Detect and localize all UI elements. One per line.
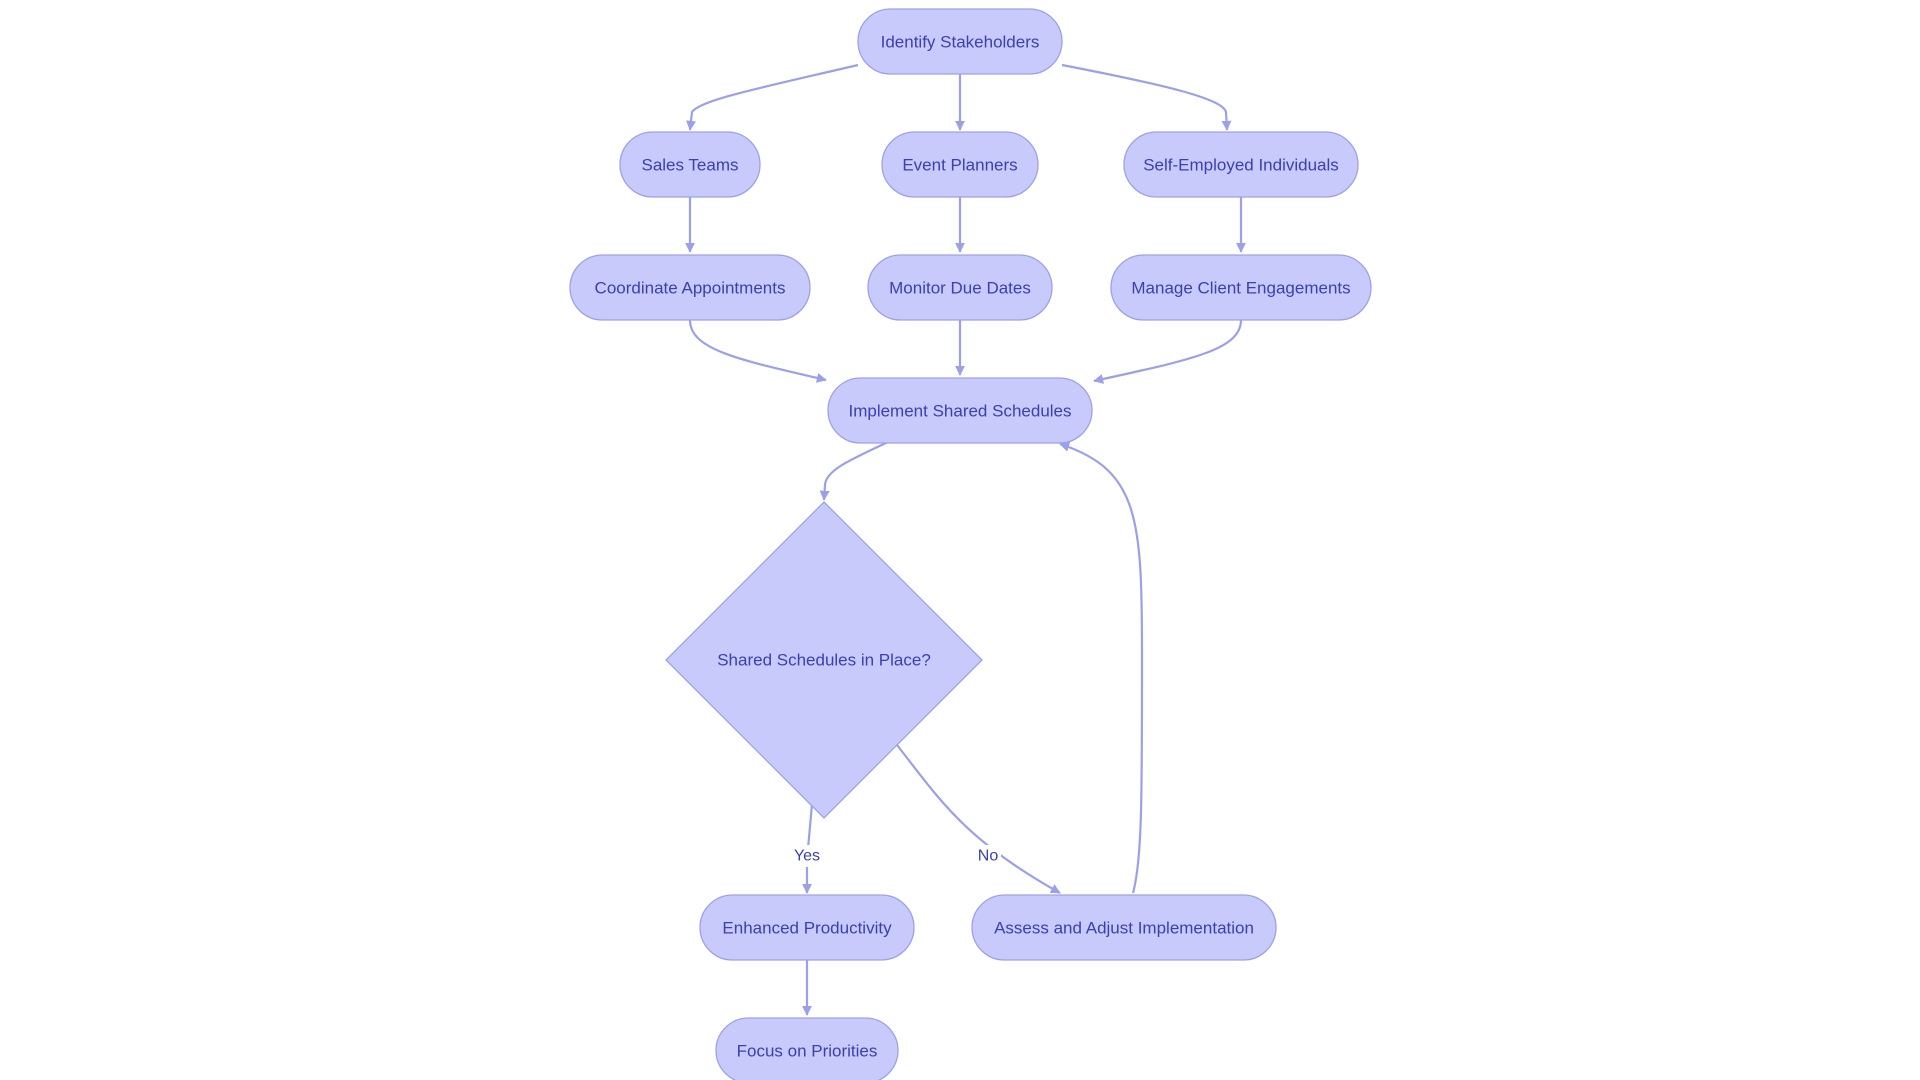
edge-label-yes-group: Yes: [791, 845, 823, 867]
node-label: Coordinate Appointments: [595, 279, 786, 298]
edge-implement-decision: [819, 441, 889, 501]
node-label: Assess and Adjust Implementation: [994, 919, 1254, 938]
node-label: Event Planners: [902, 156, 1017, 175]
node-label: Identify Stakeholders: [881, 33, 1040, 52]
edge-decision-assess: [896, 744, 1061, 894]
node-label: Self-Employed Individuals: [1143, 156, 1339, 175]
flowchart-canvas: Yes No Identify Stakeholders Sales Teams…: [569, 8, 1372, 1080]
node-manage-client-engagements[interactable]: Manage Client Engagements: [1110, 254, 1372, 321]
node-label: Enhanced Productivity: [722, 919, 892, 938]
node-implement-shared-schedules[interactable]: Implement Shared Schedules: [827, 377, 1093, 444]
node-label: Manage Client Engagements: [1131, 279, 1350, 298]
node-assess-and-adjust[interactable]: Assess and Adjust Implementation: [971, 894, 1277, 961]
edge-manage-implement: [1093, 319, 1243, 384]
edge-identify-self: [1061, 63, 1232, 131]
edge-label-no: No: [978, 848, 999, 865]
node-sales-teams[interactable]: Sales Teams: [619, 131, 761, 198]
node-event-planners[interactable]: Event Planners: [881, 131, 1039, 198]
node-label: Sales Teams: [641, 156, 738, 175]
node-identify-stakeholders[interactable]: Identify Stakeholders: [857, 8, 1063, 75]
node-label: Monitor Due Dates: [889, 279, 1031, 298]
edges: [685, 63, 1246, 1016]
node-label: Implement Shared Schedules: [848, 402, 1071, 421]
node-label: Focus on Priorities: [737, 1042, 878, 1061]
node-self-employed-individuals[interactable]: Self-Employed Individuals: [1123, 131, 1359, 198]
edge-identify-sales: [686, 63, 859, 131]
node-enhanced-productivity[interactable]: Enhanced Productivity: [699, 894, 915, 961]
edge-coordinate-implement: [688, 319, 827, 383]
node-label: Shared Schedules in Place?: [717, 651, 931, 670]
node-coordinate-appointments[interactable]: Coordinate Appointments: [569, 254, 811, 321]
node-focus-on-priorities[interactable]: Focus on Priorities: [715, 1017, 899, 1080]
edge-assess-implement: [1059, 442, 1144, 894]
node-monitor-due-dates[interactable]: Monitor Due Dates: [867, 254, 1053, 321]
node-decision-shared-schedules[interactable]: Shared Schedules in Place?: [665, 501, 983, 819]
edge-label-yes: Yes: [794, 848, 820, 865]
edge-label-no-group: No: [975, 845, 1001, 867]
